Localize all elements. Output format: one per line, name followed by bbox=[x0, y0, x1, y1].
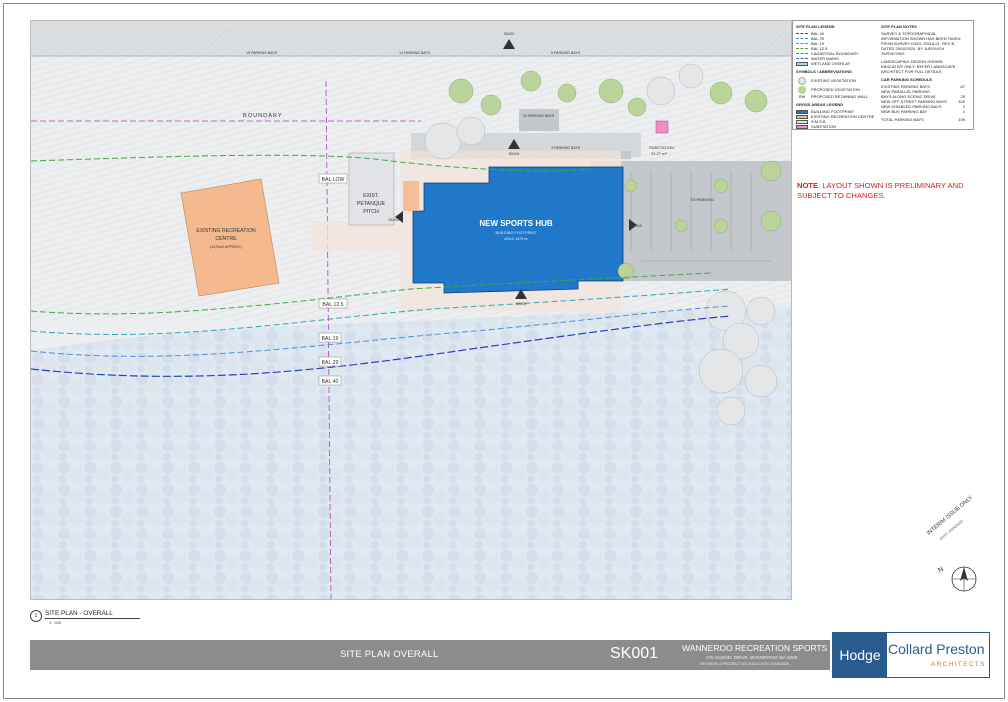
existing-centre-area: (1470m2 APPROX.) bbox=[210, 245, 242, 249]
hub-area-label: AREA: 1879 m² bbox=[504, 237, 528, 241]
bal-40-tag: BAL 40 bbox=[322, 379, 339, 385]
bal-low-tag: BAL LOW bbox=[322, 177, 345, 183]
bal-12-5-tag: BAL 12.5 bbox=[322, 302, 343, 308]
substation-label: SUBSTATION bbox=[649, 145, 674, 150]
legend-symbol-label: PROPOSED VEGETATION bbox=[811, 87, 860, 92]
logo-word-hodge: Hodge bbox=[833, 633, 887, 677]
site-plan-legend-title: SITE PLAN LEGEND bbox=[796, 24, 835, 29]
substation bbox=[655, 120, 669, 134]
legend-left-column: SITE PLAN LEGEND BAL 40 BAL 29 BAL 19 BA… bbox=[796, 24, 880, 129]
view-title-underline bbox=[45, 618, 140, 619]
legend-right-column: SITE PLAN NOTES SURVEY & TOPOGRAPHICAL I… bbox=[881, 24, 965, 122]
preliminary-note: NOTE: LAYOUT SHOWN IS PRELIMINARY AND SU… bbox=[797, 181, 987, 201]
bushland-vegetation bbox=[31, 306, 791, 599]
note-text: : LAYOUT SHOWN IS PRELIMINARY AND SUBJEC… bbox=[797, 181, 964, 200]
sheet-number: SK001 bbox=[610, 645, 659, 662]
site-plan-note: LANDSCAPING DESIGN SHOWN INDICATIVE ONLY… bbox=[881, 59, 956, 74]
rw-abbrev: RW bbox=[798, 94, 806, 99]
boundary-label: BOUNDARY bbox=[243, 113, 283, 119]
section-label-top: SK002 bbox=[504, 32, 515, 36]
legend-area-label: SUBSTATION bbox=[811, 124, 836, 129]
bal-29-tag: BAL 29 bbox=[322, 360, 339, 366]
legend-symbol-label: EXISTING VEGETATION bbox=[811, 78, 856, 83]
revision-info: REVISION A PROJECT NO.11524 DATE 24/06/2… bbox=[700, 662, 790, 666]
section-label-bottom: SK200 bbox=[516, 302, 527, 306]
parking-6-label: 6 PARKING BAYS bbox=[551, 51, 581, 55]
view-name: SITE PLAN - OVERALL bbox=[45, 610, 113, 617]
car-park-24-bays bbox=[519, 109, 559, 131]
bal-19-tag: BAL 19 bbox=[322, 336, 339, 342]
parking-93-label: 93 PARKING bbox=[691, 197, 714, 202]
petanque-label-3: PITCH bbox=[363, 209, 379, 215]
new-sports-hub-label: NEW SPORTS HUB bbox=[479, 219, 553, 228]
logo-word-collard-preston: Collard Preston bbox=[888, 641, 985, 657]
parking-14-label: 14 PARKING BAYS bbox=[399, 51, 431, 55]
hub-deck bbox=[403, 181, 419, 211]
view-number: 1 bbox=[30, 610, 42, 622]
existing-centre-label-1: EXISTING RECREATION bbox=[196, 228, 256, 234]
site-plan-notes-title: SITE PLAN NOTES bbox=[881, 24, 917, 29]
schedule-label: NEW BUS PARKING BAY bbox=[881, 109, 928, 114]
site-plan-note: SURVEY & TOPOGRAPHICAL INFORMATION SHOWN… bbox=[881, 31, 961, 56]
symbols-title: SYMBOLS / ABBREVIATIONS bbox=[796, 69, 852, 74]
gross-areas-title: GROSS AREAS LEGEND bbox=[796, 102, 844, 107]
schedule-total-value: 195 bbox=[958, 117, 965, 122]
section-label-right: SK005 bbox=[631, 224, 642, 228]
architect-logo: Hodge Collard Preston ARCHITECTS bbox=[832, 632, 990, 678]
existing-centre-label-2: CENTRE bbox=[215, 236, 237, 242]
parking-24-label: 24 PARKING BAYS bbox=[523, 114, 555, 118]
section-label-left: SK003 bbox=[388, 218, 399, 222]
legend-symbol-row: EXISTING VEGETATION bbox=[796, 76, 880, 85]
note-prefix: NOTE bbox=[797, 181, 819, 190]
sheet-title: SITE PLAN OVERALL bbox=[340, 649, 439, 660]
schedule-value: 1 bbox=[962, 109, 965, 114]
parking-15-label: 15 PARKING BAYS bbox=[246, 51, 278, 55]
petanque-label-1: EXIST. bbox=[363, 193, 379, 199]
substation-area: 31.27 m² bbox=[651, 151, 667, 156]
legend-symbol-row: PROPOSED VEGETATION bbox=[796, 85, 880, 94]
legend-line-label: WETLAND OVERLAY bbox=[811, 61, 851, 66]
view-scale: 1 : 500 bbox=[49, 620, 62, 625]
section-label-entry: SK004 bbox=[509, 152, 520, 156]
petanque-label-2: PETANQUE bbox=[357, 201, 386, 207]
drawing-sheet: BOUNDARY EXISTING RECREATION CENTRE (147… bbox=[0, 0, 1008, 702]
project-address: 275 SCENIC DRIVE, WANNEROO WA 6065 bbox=[706, 655, 798, 660]
schedule-total-row: TOTAL PARKING BAYS 195 bbox=[881, 117, 965, 122]
schedule-total-label: TOTAL PARKING BAYS bbox=[881, 117, 924, 122]
north-arrow-icon: N bbox=[937, 566, 977, 592]
walkway bbox=[311, 221, 406, 251]
hub-footprint-label: BUILDING FOOTPRINT bbox=[496, 231, 538, 235]
parking-3-label: 3 PARKING BAYS bbox=[551, 146, 581, 150]
site-plan-legend: SITE PLAN LEGEND BAL 40 BAL 29 BAL 19 BA… bbox=[792, 20, 974, 130]
logo-word-architects: ARCHITECTS bbox=[931, 661, 986, 668]
car-parking-schedule-title: CAR PARKING SCHEDULE bbox=[881, 77, 933, 82]
project-name: WANNEROO RECREATION SPORTS HUB bbox=[682, 643, 848, 653]
site-plan-drawing: BOUNDARY EXISTING RECREATION CENTRE (147… bbox=[30, 20, 792, 600]
new-sports-hub-footprint bbox=[412, 166, 624, 294]
site-plan-svg: BOUNDARY EXISTING RECREATION CENTRE (147… bbox=[31, 21, 791, 599]
schedule-value: 67 bbox=[960, 84, 965, 89]
view-title: 1 SITE PLAN - OVERALL 1 : 500 bbox=[30, 609, 160, 627]
svg-text:N: N bbox=[937, 566, 945, 575]
legend-area-row: SUBSTATION bbox=[796, 124, 880, 129]
rw-label: PROPOSED RETAINING WALL bbox=[811, 94, 869, 99]
